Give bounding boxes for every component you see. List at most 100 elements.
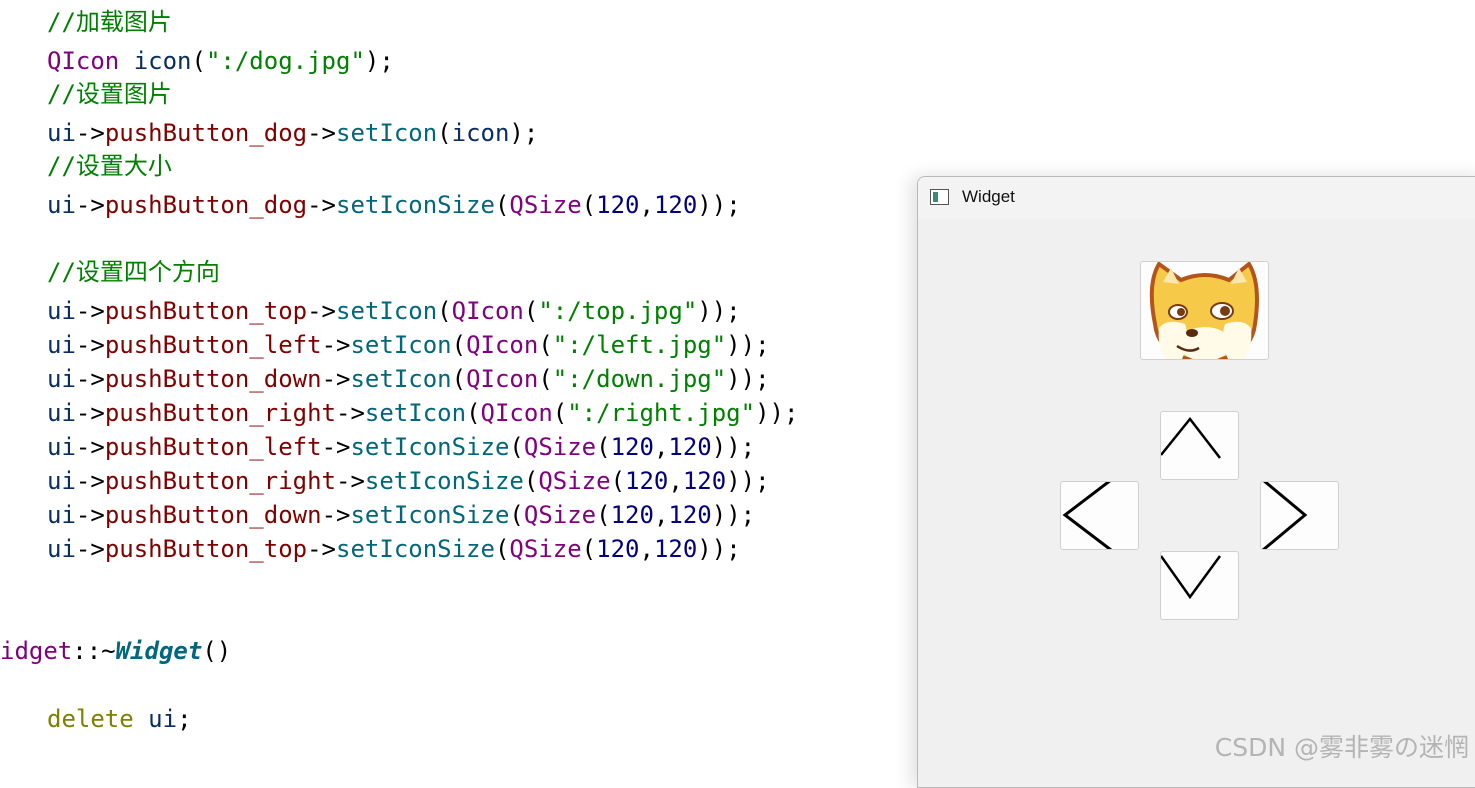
left-button[interactable]: [1060, 481, 1139, 550]
code-token: 120: [610, 433, 654, 461]
code-token: ->: [336, 399, 365, 427]
code-token: ::~: [72, 637, 116, 665]
code-token: (: [437, 297, 452, 325]
code-token: ,: [653, 433, 669, 461]
top-button[interactable]: [1160, 411, 1239, 480]
code-token: ui: [47, 467, 76, 495]
code-token: pushButton_dog: [104, 119, 308, 147]
code-token: pushButton_top: [104, 297, 308, 325]
code-token: idget: [0, 637, 73, 665]
code-token: ":/right.jpg": [567, 399, 756, 427]
code-token: pushButton_down: [104, 365, 322, 393]
code-token: ));: [711, 501, 756, 529]
code-line: //设置图片: [47, 77, 172, 111]
code-token: setIconSize: [336, 191, 495, 219]
down-button[interactable]: [1160, 551, 1239, 620]
code-token: setIconSize: [350, 433, 510, 461]
code-line: ui->pushButton_right->setIcon(QIcon(":/r…: [47, 396, 798, 430]
code-token: (: [581, 191, 597, 219]
code-token: ui: [148, 705, 178, 733]
code-token: ->: [75, 119, 105, 147]
code-token: (: [538, 331, 553, 359]
code-token: 120: [653, 191, 698, 219]
code-token: setIcon: [364, 399, 467, 427]
code-editor[interactable]: //加载图片 QIcon icon(":/dog.jpg"); //设置图片 u…: [0, 0, 915, 772]
code-token: QIcon: [466, 331, 539, 359]
dog-face-icon: [1149, 262, 1259, 359]
code-token: (: [552, 399, 568, 427]
code-token: (: [523, 467, 539, 495]
code-token: ,: [668, 467, 683, 495]
arrow-left-icon: [1062, 482, 1112, 549]
code-token: setIconSize: [350, 501, 510, 529]
code-token: (: [509, 501, 524, 529]
watermark: CSDN @雾非雾の迷惘: [1214, 733, 1469, 762]
code-token: pushButton_dog: [104, 191, 308, 219]
code-token: pushButton_down: [104, 501, 322, 529]
code-token: ->: [307, 191, 337, 219]
code-token: icon: [451, 119, 510, 147]
dog-button[interactable]: [1140, 261, 1269, 360]
code-token: ));: [726, 331, 770, 359]
code-token: ));: [726, 467, 770, 495]
code-token: (: [494, 535, 510, 563]
right-button[interactable]: [1260, 481, 1339, 550]
code-token: ->: [321, 501, 351, 529]
code-token: ,: [639, 191, 654, 219]
code-token: pushButton_left: [104, 433, 322, 461]
code-line: ui->pushButton_dog->setIconSize(QSize(12…: [47, 188, 741, 222]
code-line: ui->pushButton_down->setIconSize(QSize(1…: [47, 498, 755, 532]
code-line: ui->pushButton_down->setIcon(QIcon(":/do…: [47, 362, 770, 396]
code-token: ui: [47, 501, 76, 529]
code-token: 120: [668, 433, 712, 461]
code-token: 120: [668, 501, 712, 529]
code-token: setIconSize: [364, 467, 524, 495]
widget-window[interactable]: Widget: [917, 176, 1475, 788]
code-token: ":/top.jpg": [538, 297, 698, 325]
code-token: 120: [625, 467, 669, 495]
code-token: ));: [726, 365, 770, 393]
code-token: (: [538, 365, 553, 393]
code-token: ->: [75, 331, 105, 359]
code-token: (: [191, 47, 206, 75]
code-line: delete ui;: [47, 702, 192, 736]
code-token: ->: [75, 535, 105, 563]
code-token: QSize: [538, 467, 611, 495]
code-token: //设置大小: [47, 152, 172, 180]
code-token: ->: [321, 433, 351, 461]
code-token: QSize: [509, 191, 582, 219]
code-token: Widget: [115, 637, 203, 665]
window-title: Widget: [962, 187, 1015, 206]
code-token: ui: [47, 119, 76, 147]
code-line: ui->pushButton_dog->setIcon(icon);: [47, 116, 538, 150]
code-line: //设置大小: [47, 149, 172, 183]
code-token: ->: [75, 501, 105, 529]
code-token: ui: [47, 365, 76, 393]
code-token: ui: [47, 297, 76, 325]
code-token: //设置四个方向: [47, 258, 220, 286]
code-token: icon: [133, 47, 192, 75]
code-token: ui: [47, 331, 76, 359]
window-titlebar[interactable]: Widget: [918, 177, 1475, 219]
code-token: (: [523, 297, 539, 325]
code-token: ,: [653, 501, 669, 529]
code-token: ui: [47, 399, 76, 427]
code-token: (): [202, 637, 232, 665]
code-token: (: [596, 433, 611, 461]
code-token: ->: [75, 191, 105, 219]
code-line: QIcon icon(":/dog.jpg");: [47, 44, 394, 78]
code-token: ":/left.jpg": [552, 331, 727, 359]
code-token: setIcon: [336, 297, 438, 325]
code-line: ui->pushButton_left->setIconSize(QSize(1…: [47, 430, 755, 464]
code-line: ui->pushButton_right->setIconSize(QSize(…: [47, 464, 770, 498]
code-token: ->: [75, 467, 105, 495]
code-token: ,: [639, 535, 654, 563]
code-token: 120: [682, 467, 727, 495]
code-token: ->: [75, 365, 105, 393]
code-token: ->: [321, 365, 351, 393]
code-token: QSize: [523, 433, 597, 461]
code-token: (: [451, 331, 467, 359]
code-token: ->: [75, 399, 105, 427]
code-token: QSize: [509, 535, 582, 563]
code-token: ->: [75, 297, 105, 325]
